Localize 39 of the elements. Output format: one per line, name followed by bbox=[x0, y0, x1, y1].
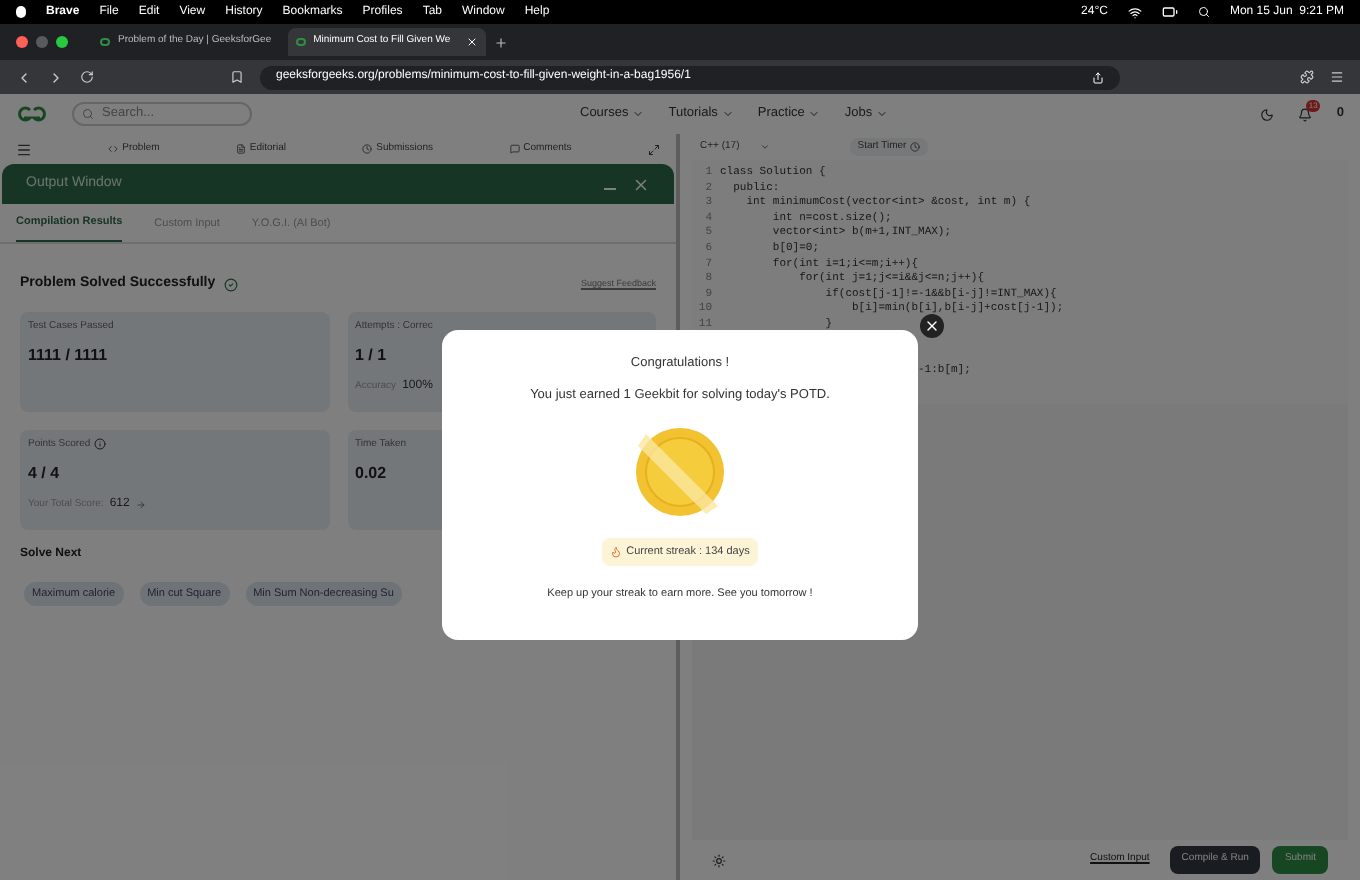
clock-icon bbox=[910, 142, 921, 152]
extensions-icon[interactable] bbox=[1300, 70, 1314, 84]
check-icon bbox=[223, 277, 238, 292]
site-logo[interactable] bbox=[16, 106, 48, 122]
battery-icon[interactable] bbox=[1161, 4, 1178, 20]
bell-icon[interactable] bbox=[1298, 107, 1313, 121]
share-icon[interactable] bbox=[1092, 71, 1104, 83]
tab-icon[interactable] bbox=[235, 144, 246, 154]
info-icon[interactable] bbox=[94, 438, 107, 451]
tab-icon[interactable] bbox=[362, 144, 373, 154]
zoom-window-icon[interactable] bbox=[56, 36, 68, 48]
menu-icon[interactable] bbox=[16, 141, 32, 157]
close-window-icon[interactable] bbox=[16, 36, 28, 48]
back-icon[interactable] bbox=[16, 69, 32, 85]
stat-value: 4 / 4 bbox=[28, 462, 62, 486]
tab-icon[interactable] bbox=[509, 144, 520, 154]
apple-icon[interactable] bbox=[16, 6, 26, 18]
minimize-icon[interactable] bbox=[604, 187, 616, 189]
theme-icon[interactable] bbox=[712, 853, 726, 867]
chevron-down-icon[interactable] bbox=[759, 142, 770, 152]
flame-icon bbox=[610, 545, 623, 558]
tab-icon[interactable] bbox=[108, 144, 119, 154]
moon-icon[interactable] bbox=[1260, 107, 1275, 121]
close-tab-icon[interactable] bbox=[466, 36, 479, 48]
minimize-window-icon[interactable] bbox=[36, 36, 48, 48]
stat-value: 0.02 bbox=[355, 462, 389, 486]
menu-icon[interactable] bbox=[1330, 70, 1344, 84]
bookmark-icon[interactable] bbox=[230, 70, 244, 84]
arrow-icon bbox=[135, 500, 146, 510]
forward-icon[interactable] bbox=[48, 69, 64, 85]
stat-value: 1111 / 1111 bbox=[28, 344, 110, 368]
reload-icon[interactable] bbox=[80, 70, 94, 84]
search-icon[interactable] bbox=[1197, 6, 1210, 18]
search-icon bbox=[82, 108, 94, 120]
site-favicon bbox=[295, 38, 306, 46]
coin-drawing bbox=[634, 425, 726, 517]
wifi-icon[interactable] bbox=[1127, 5, 1142, 19]
new-tab-icon[interactable] bbox=[494, 35, 509, 49]
site-favicon bbox=[100, 38, 110, 46]
